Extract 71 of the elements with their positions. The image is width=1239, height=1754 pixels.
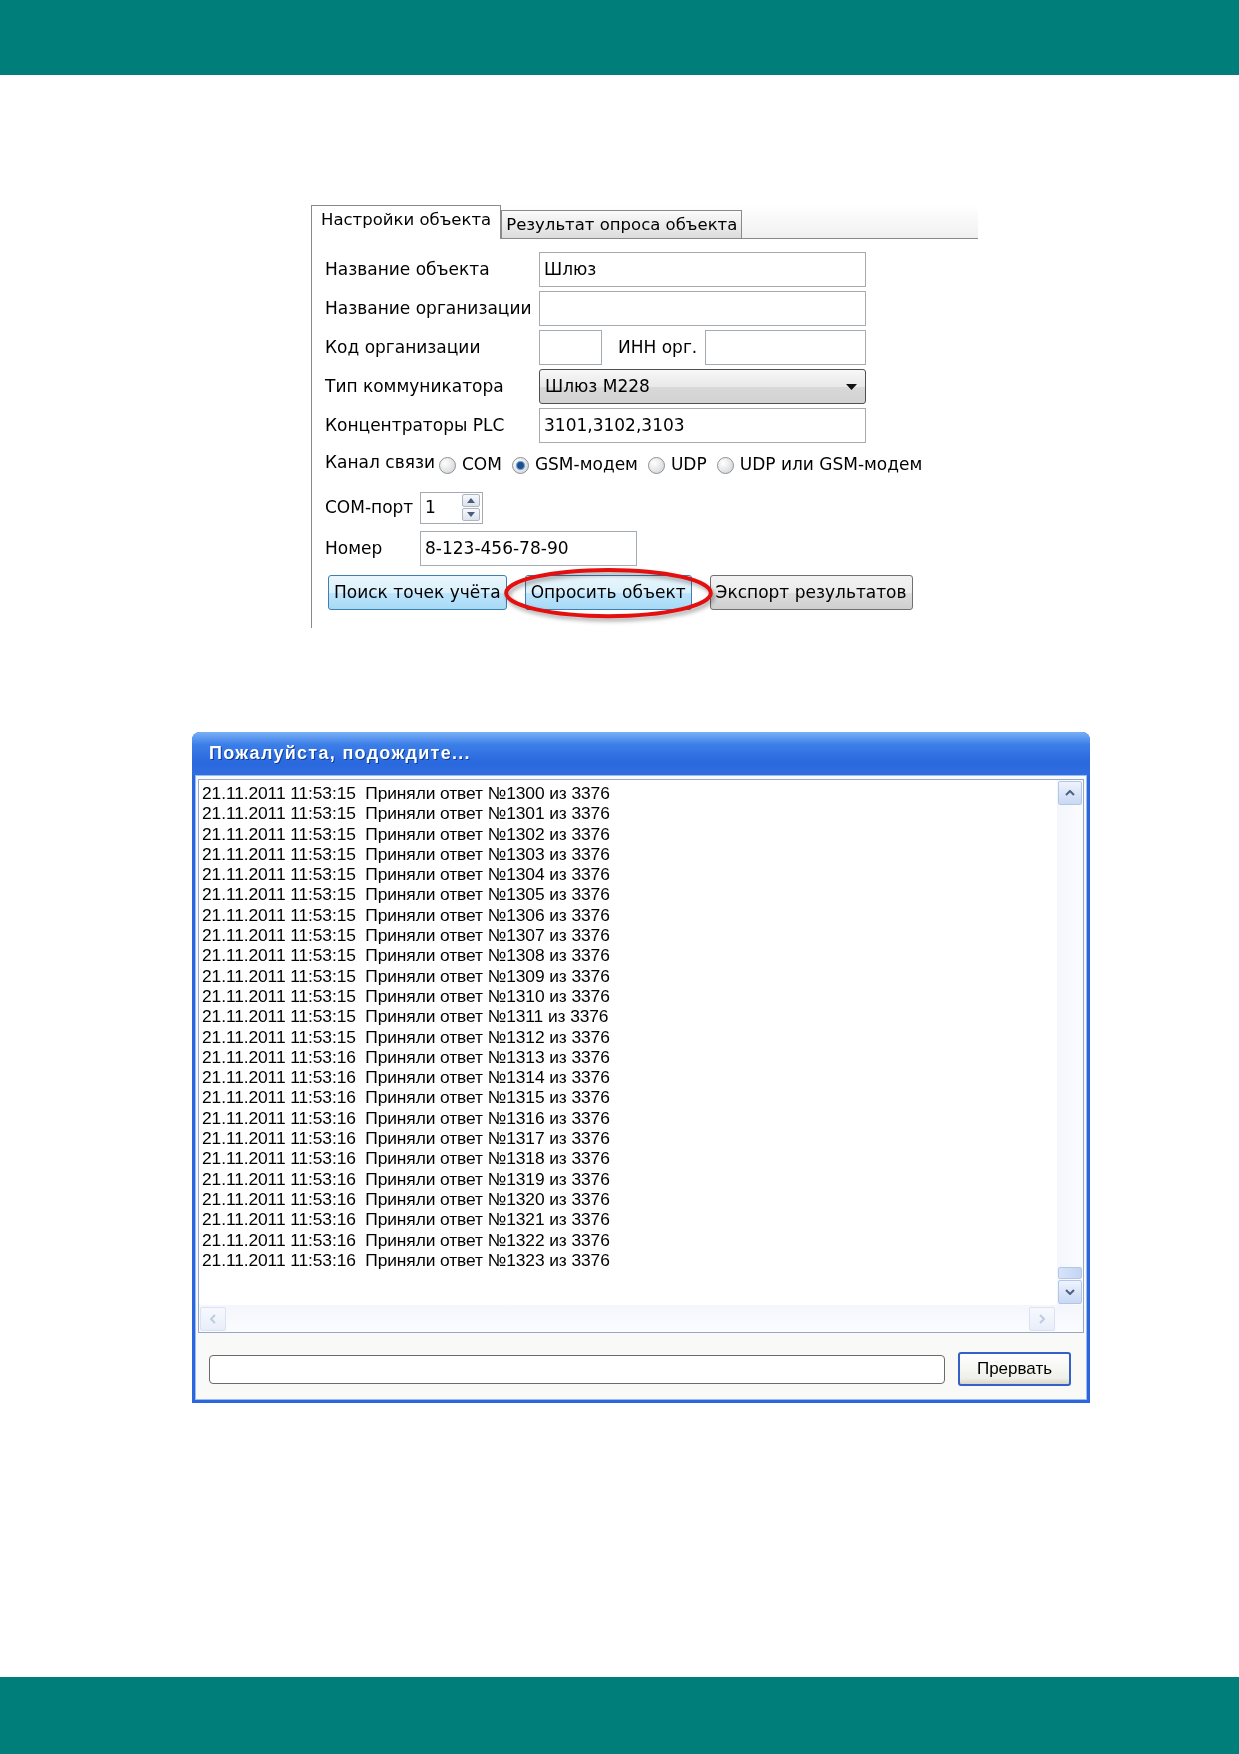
log-line: 21.11.2011 11:53:16 Приняли ответ №1323 из 3376 (202, 1249, 611, 1271)
field-label: Номер (325, 536, 384, 560)
field-label: Название объекта (325, 257, 491, 281)
radio-button[interactable] (511, 456, 529, 474)
form-button[interactable]: Поиск точек учёта (328, 575, 507, 610)
log-line: 21.11.2011 11:53:15 Приняли ответ №1303 из 3376 (202, 843, 611, 865)
radio-label[interactable]: GSM-модем (534, 452, 638, 478)
log-line: 21.11.2011 11:53:16 Приняли ответ №1318 из 3376 (202, 1148, 611, 1169)
field-label: Название организации (325, 296, 533, 320)
log-line: 21.11.2011 11:53:16 Приняли ответ №1321 из 3376 (202, 1209, 611, 1230)
log-line: 21.11.2011 11:53:15 Приняли ответ №1310 из 3376 (202, 985, 611, 1007)
tab[interactable]: Настройки объекта (311, 205, 502, 239)
radio-label[interactable]: UDP или GSM-модем (739, 452, 923, 478)
field-label: Концентраторы PLC (325, 413, 506, 437)
field-label: Канал связи (325, 451, 435, 474)
form-button[interactable]: Опросить объект (524, 575, 692, 610)
log-line: 21.11.2011 11:53:15 Приняли ответ №1307 из 3376 (202, 925, 611, 946)
spin-down-button[interactable] (462, 508, 480, 521)
log-line: 21.11.2011 11:53:16 Приняли ответ №1314 из 3376 (202, 1067, 611, 1088)
log-line: 21.11.2011 11:53:15 Приняли ответ №1312 из 3376 (202, 1026, 611, 1047)
log-line: 21.11.2011 11:53:15 Приняли ответ №1309 из 3376 (202, 965, 611, 986)
log-line: 21.11.2011 11:53:15 Приняли ответ №1305 из 3376 (202, 884, 611, 905)
log-line: 21.11.2011 11:53:16 Приняли ответ №1315 из 3376 (202, 1087, 611, 1108)
radio-button[interactable] (716, 456, 734, 474)
dropdown[interactable]: Шлюз М228 (539, 369, 866, 404)
scroll-down-button[interactable] (1058, 1280, 1082, 1304)
log-line: 21.11.2011 11:53:16 Приняли ответ №1313 из 3376 (202, 1046, 611, 1068)
radio-label[interactable]: COM (461, 452, 502, 478)
radio-button[interactable] (438, 456, 456, 474)
spin-up-button[interactable] (462, 494, 480, 507)
dialog-title: Пожалуйста, подождите... (209, 742, 471, 765)
horizontal-scrollbar[interactable] (199, 1305, 1083, 1332)
chevron-right-icon (1039, 1313, 1045, 1324)
chevron-left-icon (210, 1313, 216, 1324)
input-field[interactable]: Шлюз (539, 252, 866, 287)
scroll-left-button[interactable] (200, 1306, 226, 1331)
field-label: COM-порт (325, 495, 415, 519)
log-line: 21.11.2011 11:53:16 Приняли ответ №1320 из 3376 (202, 1188, 611, 1210)
tab[interactable]: Результат опроса объекта (501, 210, 743, 238)
input-field[interactable] (539, 330, 602, 365)
input-field[interactable] (539, 291, 866, 326)
form-button[interactable]: Экспорт результатов (709, 575, 913, 610)
scroll-thumb[interactable] (1058, 1267, 1082, 1279)
log-line: 21.11.2011 11:53:15 Приняли ответ №1302 из 3376 (202, 823, 611, 844)
log-line: 21.11.2011 11:53:16 Приняли ответ №1317 из 3376 (202, 1128, 611, 1149)
input-field[interactable]: 3101,3102,3103 (539, 408, 866, 443)
arrow-up-icon (467, 498, 475, 503)
chevron-down-icon (1065, 1289, 1075, 1295)
log-line: 21.11.2011 11:53:15 Приняли ответ №1304 из 3376 (202, 864, 611, 885)
scroll-up-button[interactable] (1058, 781, 1082, 805)
radio-button[interactable] (647, 456, 665, 474)
log-line: 21.11.2011 11:53:15 Приняли ответ №1301 из 3376 (202, 803, 611, 824)
log-line: 21.11.2011 11:53:15 Приняли ответ №1300 из 3376 (202, 783, 611, 804)
input-field[interactable] (705, 330, 867, 365)
chevron-up-icon (1065, 790, 1075, 796)
vertical-scrollbar[interactable] (1057, 780, 1083, 1305)
log-line: 21.11.2011 11:53:15 Приняли ответ №1311 из 3376 (202, 1006, 610, 1027)
spin-field[interactable]: 1 (420, 491, 483, 524)
arrow-down-icon (467, 512, 475, 517)
log-line: 21.11.2011 11:53:15 Приняли ответ №1308 из 3376 (202, 945, 611, 966)
log-line: 21.11.2011 11:53:16 Приняли ответ №1322 из 3376 (202, 1229, 611, 1250)
field-label: Код организации (325, 335, 482, 359)
field-label: ИНН орг. (618, 335, 698, 359)
input-field[interactable]: 8-123-456-78-90 (420, 531, 637, 566)
log-line: 21.11.2011 11:53:16 Приняли ответ №1319 из 3376 (202, 1168, 611, 1189)
caret-down-icon (846, 383, 857, 390)
abort-button[interactable]: Прервать (958, 1352, 1071, 1386)
log-line: 21.11.2011 11:53:16 Приняли ответ №1316 из 3376 (202, 1107, 611, 1129)
log-line: 21.11.2011 11:53:15 Приняли ответ №1306 из 3376 (202, 904, 611, 926)
field-label: Тип коммуникатора (325, 374, 505, 398)
radio-label[interactable]: UDP (670, 452, 707, 478)
